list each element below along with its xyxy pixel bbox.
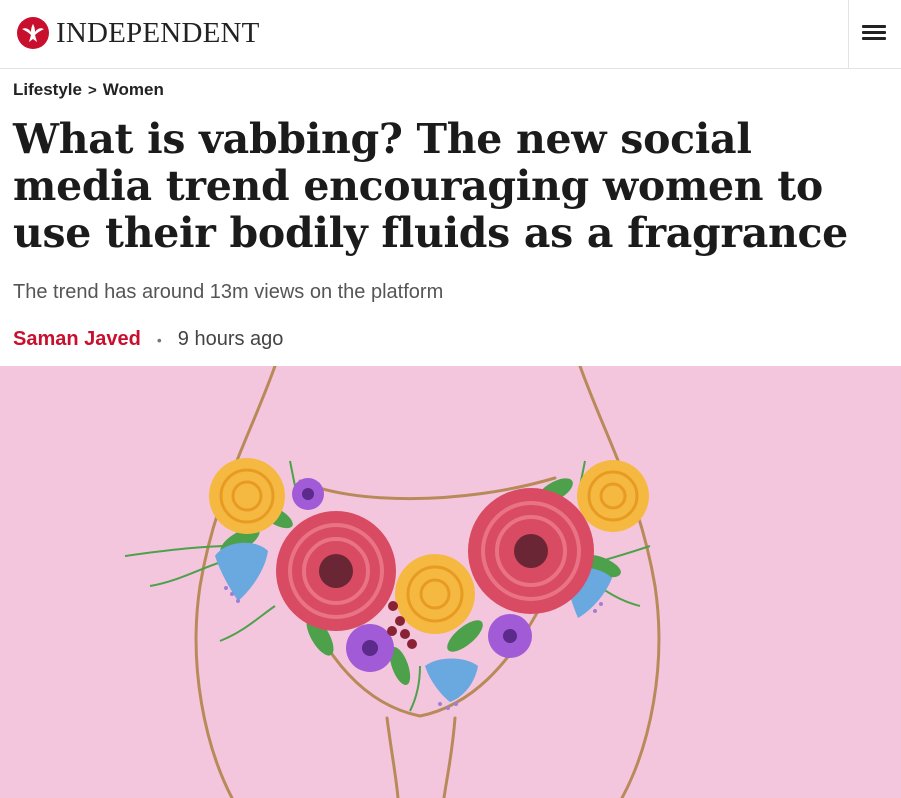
breadcrumb-lifestyle[interactable]: Lifestyle [13,80,82,100]
brand-logo[interactable]: INDEPENDENT [16,16,260,50]
breadcrumb-separator: > [87,81,97,99]
floral-body-illustration [124,366,661,798]
author-link[interactable]: Saman Javed [13,328,141,351]
article-headline: What is vabbing? The new social media tr… [13,115,848,257]
breadcrumb: Lifestyle > Women [13,80,164,100]
hero-illustration[interactable] [0,366,901,798]
hamburger-menu-icon[interactable] [862,22,888,46]
byline-separator: • [156,331,162,348]
publish-time: 9 hours ago [177,328,284,350]
site-header: INDEPENDENT [0,0,901,69]
article-standfirst: The trend has around 13m views on the pl… [13,281,444,303]
eagle-logo-icon [17,17,49,49]
brand-wordmark: INDEPENDENT [56,17,260,49]
header-divider [848,0,849,69]
byline: Saman Javed • 9 hours ago [13,328,283,351]
breadcrumb-women[interactable]: Women [103,80,164,100]
